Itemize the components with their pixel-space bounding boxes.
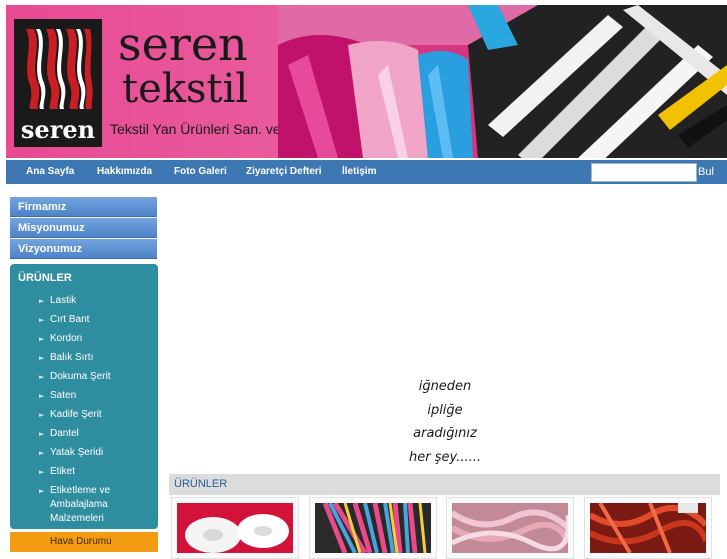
products-panel-title: ÜRÜNLER [18,272,72,284]
red-cords-image [590,503,706,553]
elastic-rolls-image [177,503,293,553]
brand-title-line1: seren [118,17,248,71]
arrow-right-icon: ► [39,297,45,305]
product-link-kordon[interactable]: Kordon [50,332,82,346]
logo[interactable]: seren [14,19,102,147]
logo-stripes-icon [20,25,96,111]
product-link-dokuma-serit[interactable]: Dokuma Şerit [50,370,111,384]
weather-label: Hava Durumu [50,536,112,547]
arrow-right-icon: ► [39,411,45,419]
arrow-right-icon: ► [39,468,45,476]
search-button[interactable]: Bul [698,163,724,182]
product-thumbnail[interactable] [584,497,712,559]
product-link-lastik[interactable]: Lastik [50,294,76,308]
product-link-dantel[interactable]: Dantel [50,427,79,441]
search-input[interactable] [591,163,697,182]
main-nav: Ana Sayfa Hakkımızda Foto Galeri Ziyaret… [6,160,727,184]
sidebar-item-misyonumuz[interactable]: Misyonumuz [10,218,157,238]
arrow-right-icon: ► [39,316,45,324]
products-section-header: ÜRÜNLER [169,474,720,495]
products-section-title: ÜRÜNLER [174,478,228,490]
logo-wordmark: seren [20,115,96,144]
cord-bundle-image [315,503,431,553]
sidebar-item-firmamiz[interactable]: Firmamız [10,197,157,217]
nav-guestbook[interactable]: Ziyaretçi Defteri [246,160,322,184]
arrow-right-icon: ► [39,392,45,400]
weather-box[interactable]: Hava Durumu [10,532,158,552]
slogan-line-1: iğneden [418,379,472,394]
product-link-saten[interactable]: Saten [50,389,76,403]
product-link-etiket[interactable]: Etiket [50,465,75,479]
brand-subtitle: Tekstil Yan Ürünleri San. ve Tic. [110,121,307,137]
product-thumbnail[interactable] [171,497,299,559]
textile-ribbons-photo [278,5,727,158]
arrow-right-icon: ► [39,354,45,362]
product-thumbnail[interactable] [309,497,437,559]
products-panel: ÜRÜNLER ► Lastik ► Cırt Bant ► Kordon ► … [10,264,158,529]
slogan-line-4: her şey...... [409,450,481,465]
product-link-etiketleme[interactable]: Etiketleme ve Ambalajlama Malzemeleri [50,484,140,526]
slogan-line-3: aradığınız [413,426,477,441]
arrow-right-icon: ► [39,373,45,381]
sidebar-item-vizyonumuz[interactable]: Vizyonumuz [10,239,157,259]
header-banner: seren seren tekstil Tekstil Yan Ürünleri… [6,5,727,158]
arrow-right-icon: ► [39,487,45,495]
nav-photo-gallery[interactable]: Foto Galeri [174,160,227,184]
nav-home[interactable]: Ana Sayfa [26,160,74,184]
slogan-line-2: ipliğe [427,403,463,418]
product-link-kadife-serit[interactable]: Kadife Şerit [50,408,102,422]
brand-title-line2: tekstil [122,66,249,112]
nav-about[interactable]: Hakkımızda [97,160,152,184]
product-link-balik-sirti[interactable]: Balık Sırtı [50,351,93,365]
arrow-right-icon: ► [39,335,45,343]
arrow-right-icon: ► [39,449,45,457]
arrow-right-icon: ► [39,430,45,438]
product-link-cirt-bant[interactable]: Cırt Bant [50,313,89,327]
product-thumbnail[interactable] [446,497,574,559]
nav-contact[interactable]: İletişim [342,160,376,184]
pink-cords-image [452,503,568,553]
product-link-yatak-seridi[interactable]: Yatak Şeridi [50,446,103,460]
